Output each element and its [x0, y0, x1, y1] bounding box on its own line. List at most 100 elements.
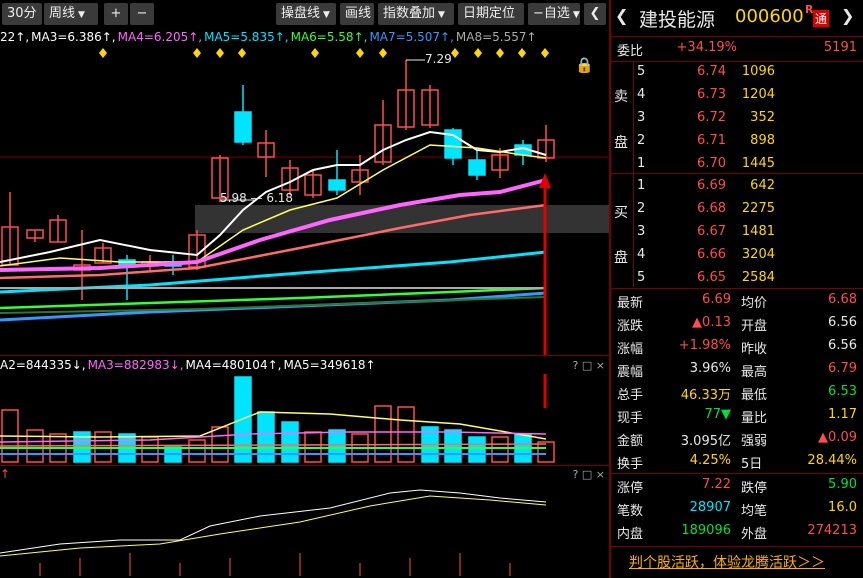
- stat-label: 总手: [617, 388, 644, 403]
- order-row[interactable]: 3 6.67 1481: [611, 222, 863, 245]
- minus-icon: −: [136, 6, 148, 21]
- lock-icon[interactable]: 🔒: [575, 56, 594, 74]
- order-level: 4: [637, 247, 646, 262]
- chevron-left-icon: ❮: [589, 6, 601, 21]
- quote-panel: ❮ 建投能源 000600 R 通 ❯ 委比 +34.19% 5191 卖 盘 …: [609, 0, 863, 578]
- order-price: 6.71: [697, 133, 726, 148]
- order-row[interactable]: 5 6.74 1096: [611, 62, 863, 85]
- stat-value: 189096: [681, 523, 731, 538]
- order-volume: 2275: [741, 201, 775, 216]
- indicator-line: [0, 495, 547, 557]
- tool-label: 操盘线: [281, 6, 321, 21]
- stat-value: 77▼: [704, 407, 731, 422]
- candle-body: [234, 111, 252, 143]
- caopanxian-dropdown[interactable]: 操盘线 ▼: [276, 3, 336, 25]
- pane-divider: [0, 355, 609, 356]
- signal-diamond: [311, 48, 319, 58]
- chevron-down-icon: ▼: [78, 10, 85, 20]
- stat-label: 震幅: [617, 365, 644, 380]
- signal-diamond: [541, 48, 549, 58]
- order-price: 6.74: [697, 64, 726, 79]
- order-level: 5: [637, 270, 646, 285]
- chevron-down-icon: ▼: [438, 10, 445, 20]
- chart-area[interactable]: 30分 周线 ▼ + − 操盘线 ▼ 画线 指数叠加 ▼ 日期定位 −自选 ▼ ❮ 22…: [0, 0, 609, 578]
- indicator-line: [0, 489, 547, 554]
- tong-badge[interactable]: 通: [813, 10, 830, 27]
- promo-link[interactable]: 判个股活跃，体验龙腾活跃＞＞: [629, 552, 825, 572]
- order-volume: 2584: [741, 270, 775, 285]
- stat-value: 3.96%: [689, 361, 731, 376]
- stat-value: 5.90: [828, 477, 857, 492]
- stat-value: 6.68: [828, 292, 857, 307]
- order-level: 3: [637, 224, 646, 239]
- high-price-label: 7.29: [425, 52, 452, 66]
- period-label: 30分: [7, 6, 37, 21]
- stat-value: 6.56: [828, 315, 857, 330]
- stat-value: ▲0.09: [818, 430, 857, 445]
- watchlist-dropdown[interactable]: −自选 ▼: [528, 3, 580, 25]
- divider: [611, 173, 863, 174]
- nav-collapse-button[interactable]: ❮: [584, 3, 606, 25]
- stat-row: 震幅 3.96% 最高 6.79: [611, 359, 863, 382]
- stat-label: 换手: [617, 457, 644, 472]
- zoom-out-button[interactable]: −: [130, 3, 154, 25]
- signal-diamond: [379, 48, 387, 58]
- order-level: 1: [637, 156, 646, 171]
- tool-label: 画线: [345, 6, 372, 21]
- order-row[interactable]: 4 6.66 3204: [611, 245, 863, 268]
- volume-bar: [281, 421, 299, 463]
- index-overlay-dropdown[interactable]: 指数叠加 ▼: [378, 3, 454, 25]
- divider: [611, 288, 863, 289]
- signal-diamond: [216, 48, 224, 58]
- tool-label: 自选: [543, 6, 570, 21]
- tool-label: 日期定位: [463, 6, 516, 21]
- order-price: 6.66: [697, 247, 726, 262]
- order-row[interactable]: 3 6.72 352: [611, 108, 863, 131]
- stat-label: 现手: [617, 411, 644, 426]
- draw-line-button[interactable]: 画线: [340, 3, 374, 25]
- stat-value: +1.98%: [678, 338, 731, 353]
- stat-label: 均笔: [741, 504, 768, 519]
- stat-label: 量比: [741, 411, 768, 426]
- line-type-dropdown[interactable]: 周线 ▼: [44, 3, 98, 25]
- order-volume: 898: [750, 133, 775, 148]
- indicator-chart[interactable]: [0, 478, 609, 578]
- chevron-right-icon[interactable]: ❯: [841, 6, 854, 25]
- stat-label: 跌停: [741, 481, 768, 496]
- order-volume: 1445: [741, 156, 775, 171]
- zoom-in-button[interactable]: +: [104, 3, 128, 25]
- line-type-label: 周线: [49, 6, 76, 21]
- order-row[interactable]: 2 6.71 898: [611, 131, 863, 154]
- volume-bar: [188, 439, 206, 463]
- period-selector[interactable]: 30分: [2, 3, 42, 25]
- stat-label: 最低: [741, 388, 768, 403]
- stat-label: 涨停: [617, 481, 644, 496]
- candlestick-chart[interactable]: [0, 30, 609, 355]
- chevron-down-icon: ▼: [323, 10, 330, 20]
- chevron-down-icon: ▼: [572, 10, 580, 20]
- volume-pane-controls[interactable]: ? □ ×: [573, 359, 605, 372]
- stat-value: 6.79: [828, 361, 857, 376]
- pane-divider: [0, 465, 609, 466]
- signal-diamond: [193, 48, 201, 58]
- volume-bar: [328, 429, 346, 463]
- order-price: 6.69: [697, 178, 726, 193]
- order-row[interactable]: 1 6.69 642: [611, 176, 863, 199]
- weibi-diff: 5191: [823, 40, 857, 55]
- stat-value: 7.22: [702, 477, 731, 492]
- date-locate-button[interactable]: 日期定位: [458, 3, 524, 25]
- stat-label: 均价: [741, 296, 768, 311]
- volume-bar: [444, 429, 462, 463]
- signal-diamond: [518, 48, 526, 58]
- stat-label: 昨收: [741, 342, 768, 357]
- order-level: 3: [637, 110, 646, 125]
- stat-row: 最新 6.69 均价 6.68: [611, 290, 863, 313]
- order-level: 2: [637, 201, 646, 216]
- signal-diamond: [451, 48, 459, 58]
- order-row[interactable]: 4 6.73 1204: [611, 85, 863, 108]
- chevron-left-icon[interactable]: ❮: [615, 6, 628, 25]
- order-row[interactable]: 2 6.68 2275: [611, 199, 863, 222]
- stat-label: 最高: [741, 365, 768, 380]
- stock-name: 建投能源: [639, 9, 716, 31]
- volume-chart[interactable]: [0, 374, 609, 464]
